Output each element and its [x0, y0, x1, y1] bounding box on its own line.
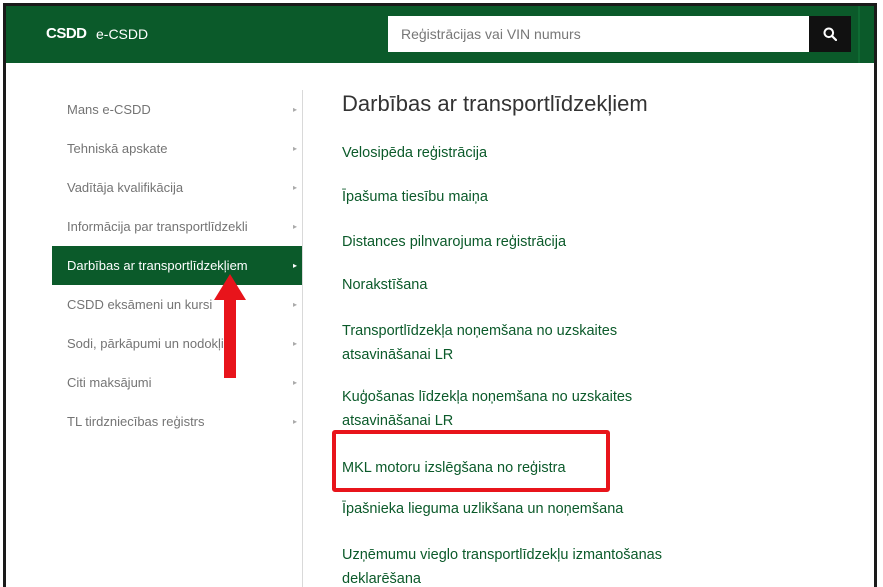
chevron-right-icon: ▸ [292, 144, 297, 153]
chevron-right-icon: ▸ [292, 339, 297, 348]
link-ipasnieka-liegums[interactable]: Īpašnieka lieguma uzlikšana un noņemšana [342, 497, 722, 521]
sidebar-item-darbibas[interactable]: Darbības ar transportlīdzekļiem ▸ [52, 246, 302, 285]
link-ipasuma-tiesibu-maina[interactable]: Īpašuma tiesību maiņa [342, 185, 722, 209]
sidebar-nav: Mans e-CSDD ▸ Tehniskā apskate ▸ Vadītāj… [52, 90, 302, 441]
chevron-right-icon: ▸ [292, 183, 297, 192]
chevron-right-icon: ▸ [292, 222, 297, 231]
link-tl-nonemsana[interactable]: Transportlīdzekļa noņemšana no uzskaites… [342, 319, 672, 367]
search-icon [823, 27, 837, 41]
sidebar-item-label: Sodi, pārkāpumi un nodokļi [67, 336, 224, 351]
link-uznemumu-deklaresana[interactable]: Uzņēmumu vieglo transportlīdzekļu izmant… [342, 543, 702, 587]
sidebar-item-vaditaja-kvalifikacija[interactable]: Vadītāja kvalifikācija ▸ [52, 168, 302, 207]
sidebar-item-tl-registrs[interactable]: TL tirdzniecības reģistrs ▸ [52, 402, 302, 441]
sidebar-item-label: Tehniskā apskate [67, 141, 168, 156]
sidebar-item-eksameni[interactable]: CSDD eksāmeni un kursi ▸ [52, 285, 302, 324]
link-distances-pilnvarojums[interactable]: Distances pilnvarojuma reģistrācija [342, 230, 722, 254]
chevron-right-icon: ▸ [292, 378, 297, 387]
link-norakstisana[interactable]: Norakstīšana [342, 273, 722, 297]
sidebar-item-label: Informācija par transportlīdzekli [67, 219, 248, 234]
header-bar: CSDD e-CSDD [6, 6, 874, 63]
chevron-right-icon: ▸ [292, 261, 297, 270]
sidebar-divider [302, 90, 303, 587]
sidebar-item-label: Vadītāja kvalifikācija [67, 180, 184, 195]
chevron-right-icon: ▸ [292, 105, 297, 114]
link-kugosanas-nonemsana[interactable]: Kuģošanas līdzekļa noņemšana no uzskaite… [342, 385, 672, 433]
chevron-right-icon: ▸ [292, 417, 297, 426]
highlight-box [332, 430, 610, 492]
red-arrow-up-icon [214, 274, 246, 378]
search-button[interactable] [809, 16, 851, 52]
header-edge [858, 6, 860, 63]
main-content: Darbības ar transportlīdzekļiem Velosipē… [342, 84, 842, 587]
sidebar-item-tehniska-apskate[interactable]: Tehniskā apskate ▸ [52, 129, 302, 168]
page-title: Darbības ar transportlīdzekļiem [342, 91, 648, 116]
sidebar-item-sodi[interactable]: Sodi, pārkāpumi un nodokļi ▸ [52, 324, 302, 363]
sidebar-item-label: Citi maksājumi [67, 375, 152, 390]
brand-name[interactable]: e-CSDD [96, 26, 148, 42]
search-input[interactable] [388, 16, 809, 52]
sidebar-item-informacija[interactable]: Informācija par transportlīdzekli ▸ [52, 207, 302, 246]
sidebar-item-label: Darbības ar transportlīdzekļiem [67, 258, 248, 273]
browser-frame: CSDD e-CSDD Mans e-CSDD ▸ Tehniskā apska… [3, 3, 877, 587]
sidebar-item-label: TL tirdzniecības reģistrs [67, 414, 205, 429]
link-velosipeda-registracija[interactable]: Velosipēda reģistrācija [342, 141, 722, 165]
chevron-right-icon: ▸ [292, 300, 297, 309]
sidebar-item-label: Mans e-CSDD [67, 102, 151, 117]
sidebar-item-label: CSDD eksāmeni un kursi [67, 297, 213, 312]
sidebar-item-citi-maksajumi[interactable]: Citi maksājumi ▸ [52, 363, 302, 402]
csdd-logo[interactable]: CSDD [46, 25, 87, 42]
sidebar-item-mans-ecsdd[interactable]: Mans e-CSDD ▸ [52, 90, 302, 129]
